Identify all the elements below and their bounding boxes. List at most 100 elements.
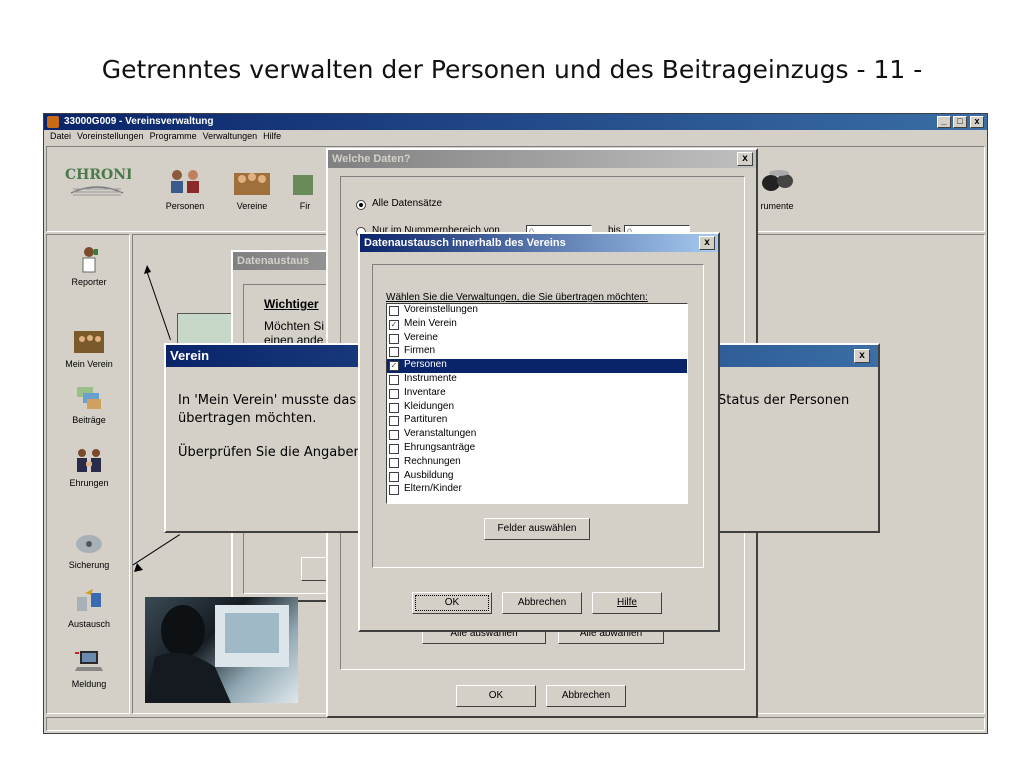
checkbox[interactable] xyxy=(389,306,399,316)
money-icon xyxy=(77,387,101,409)
company-icon xyxy=(293,175,313,195)
checkbox[interactable] xyxy=(389,402,399,413)
checkbox[interactable] xyxy=(389,416,399,427)
sidebar-item-ehrungen[interactable]: Ehrungen xyxy=(47,446,131,488)
reporter-icon xyxy=(82,247,98,273)
dialog-datenaustausch-title[interactable]: Datenaustausch innerhalb des Vereins xyxy=(360,234,718,252)
dialog-datenaustausch: Datenaustausch innerhalb des Vereins x W… xyxy=(358,232,720,632)
datenaustausch-back-heading: Wichtiger xyxy=(264,297,319,311)
welche-cancel-button[interactable]: Abbrechen xyxy=(546,685,626,707)
menu-voreinstellungen[interactable]: Voreinstellungen xyxy=(77,131,144,141)
checkbox[interactable] xyxy=(389,443,399,454)
app-icon xyxy=(47,116,59,128)
close-icon[interactable]: x xyxy=(737,152,753,166)
sidebar-item-meldung-label: Meldung xyxy=(71,679,107,689)
decor-box xyxy=(177,313,234,347)
checkbox[interactable]: ✓ xyxy=(389,361,399,372)
list-item[interactable]: Inventare xyxy=(387,387,687,401)
checkbox[interactable] xyxy=(389,471,399,482)
sidebar-item-sicherung-label: Sicherung xyxy=(68,560,110,570)
checkbox[interactable] xyxy=(389,388,399,399)
list-item[interactable]: Firmen xyxy=(387,345,687,359)
list-item[interactable]: Ausbildung xyxy=(387,470,687,484)
list-item[interactable]: Eltern/Kinder xyxy=(387,483,687,497)
radio-alle-datensaetze[interactable] xyxy=(356,200,366,210)
datenaustausch-close-icon[interactable]: x xyxy=(699,236,715,250)
sidebar: Reporter Mein Verein Beiträge Ehrungen S… xyxy=(46,234,130,714)
welche-ok-button[interactable]: OK xyxy=(456,685,536,707)
list-item[interactable]: Kleidungen xyxy=(387,401,687,415)
statusbar xyxy=(46,717,985,731)
toolbar-vereine[interactable]: Vereine xyxy=(222,165,282,211)
toolbar-vereine-label: Vereine xyxy=(236,201,268,211)
verein-close-icon[interactable]: x xyxy=(854,349,870,363)
handshake-icon xyxy=(77,449,101,472)
verein-msg2: übertragen möchten. xyxy=(178,411,317,426)
toolbar-personen-label: Personen xyxy=(165,201,205,211)
menu-hilfe[interactable]: Hilfe xyxy=(263,131,281,141)
checkbox[interactable] xyxy=(389,457,399,468)
app-titlebar[interactable]: 33000G009 - Vereinsverwaltung _ □ x xyxy=(44,114,987,130)
checkbox[interactable] xyxy=(389,485,399,496)
person-at-computer-photo xyxy=(145,597,298,703)
sidebar-item-ehrungen-label: Ehrungen xyxy=(69,478,109,488)
sidebar-item-mein-verein-label: Mein Verein xyxy=(65,359,113,369)
app-title: 33000G009 - Vereinsverwaltung xyxy=(64,116,214,127)
help-button[interactable]: Hilfe xyxy=(592,592,662,614)
verein-msg1-right: Status der Personen xyxy=(718,393,850,408)
minimize-button[interactable]: _ xyxy=(937,116,951,128)
checkbox[interactable] xyxy=(389,333,399,344)
verwaltungen-list[interactable]: Voreinstellungen ✓ Mein Verein Vereine Fi… xyxy=(386,303,688,504)
close-button[interactable]: x xyxy=(970,116,984,128)
list-item[interactable]: Partituren xyxy=(387,414,687,428)
dialog-welche-daten-title[interactable]: Welche Daten? xyxy=(328,150,756,168)
chronic-logo-graphic: CHRONIC xyxy=(65,167,144,196)
toolbar-firmen-label: Fir xyxy=(299,201,311,211)
sidebar-item-sicherung[interactable]: Sicherung xyxy=(47,528,131,570)
drums-icon xyxy=(762,170,793,191)
list-item-selected[interactable]: ✓ Personen xyxy=(387,359,687,373)
list-item[interactable]: ✓ Mein Verein xyxy=(387,318,687,332)
checkbox[interactable] xyxy=(389,430,399,441)
maximize-button[interactable]: □ xyxy=(953,116,967,128)
sidebar-item-reporter[interactable]: Reporter xyxy=(47,245,131,287)
chronic-logo: CHRONIC xyxy=(63,163,144,201)
sidebar-item-mein-verein[interactable]: Mein Verein xyxy=(47,327,131,369)
verein-msg1-left: In 'Mein Verein' musste das xyxy=(178,393,357,408)
people-icon xyxy=(171,170,199,193)
laptop-icon xyxy=(75,651,103,671)
menu-programme[interactable]: Programme xyxy=(150,131,197,141)
checkbox[interactable]: ✓ xyxy=(389,319,399,330)
cancel-button[interactable]: Abbrechen xyxy=(502,592,582,614)
menubar: Datei Voreinstellungen Programme Verwaltung… xyxy=(44,131,987,145)
list-item[interactable]: Veranstaltungen xyxy=(387,428,687,442)
exchange-icon xyxy=(77,589,101,611)
sidebar-item-meldung[interactable]: Meldung xyxy=(47,647,131,689)
sidebar-item-austausch[interactable]: Austausch xyxy=(47,587,131,629)
photo-graphic xyxy=(145,605,289,703)
menu-verwaltungen[interactable]: Verwaltungen xyxy=(203,131,258,141)
list-item[interactable]: Vereine xyxy=(387,332,687,346)
list-item[interactable]: Voreinstellungen xyxy=(387,304,687,318)
sidebar-item-beitraege-label: Beiträge xyxy=(72,415,106,425)
club-icon xyxy=(74,331,104,353)
list-item[interactable]: Ehrungsanträge xyxy=(387,442,687,456)
menu-datei[interactable]: Datei xyxy=(50,131,71,141)
ok-button[interactable]: OK xyxy=(412,592,492,614)
sidebar-item-reporter-label: Reporter xyxy=(71,277,107,287)
sidebar-item-austausch-label: Austausch xyxy=(67,619,111,629)
verein-msg3: Überprüfen Sie die Angaben xyxy=(178,445,362,460)
toolbar-personen[interactable]: Personen xyxy=(155,165,215,211)
list-item[interactable]: Rechnungen xyxy=(387,456,687,470)
toolbar-firmen[interactable]: Fir xyxy=(285,165,325,211)
band-icon xyxy=(234,173,270,195)
logo-text: CHRONIC xyxy=(65,167,131,183)
sidebar-item-beitraege[interactable]: Beiträge xyxy=(47,383,131,425)
datenaustausch-back-line1: Möchten Si xyxy=(264,319,325,333)
toolbar-instrumente-label: rumente xyxy=(760,201,794,211)
checkbox[interactable] xyxy=(389,347,399,358)
list-item[interactable]: Instrumente xyxy=(387,373,687,387)
checkbox[interactable] xyxy=(389,374,399,385)
disk-icon xyxy=(76,535,102,553)
fields-select-button[interactable]: Felder auswählen xyxy=(484,518,590,540)
